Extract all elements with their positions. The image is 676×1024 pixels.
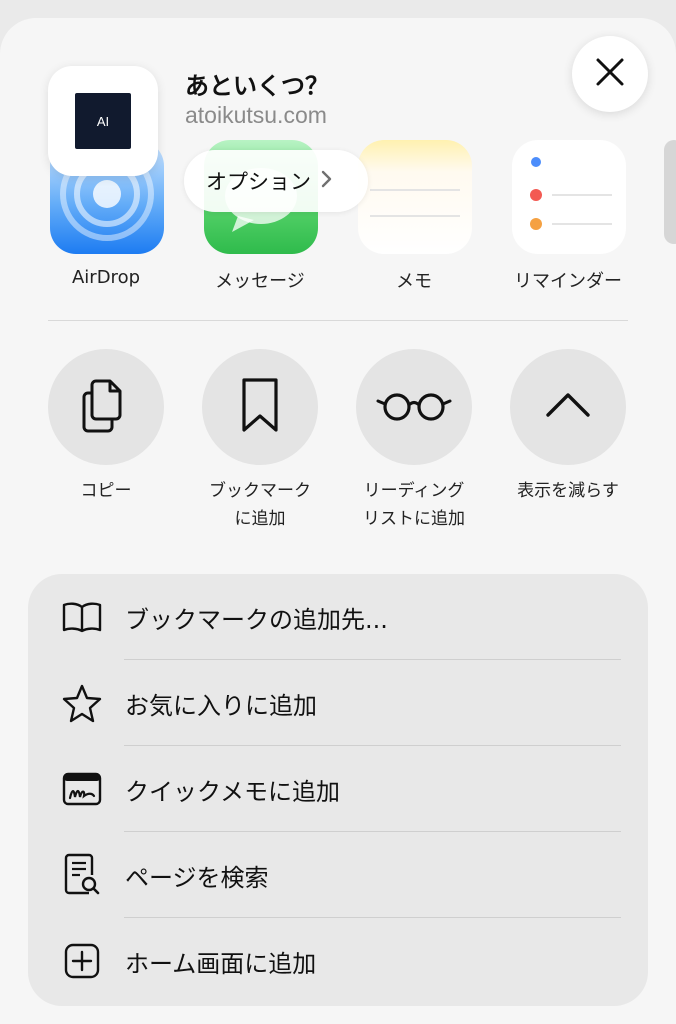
airdrop-icon xyxy=(50,147,164,254)
notes-icon xyxy=(358,189,472,254)
more-apps-edge[interactable] xyxy=(664,140,676,244)
options-label: オプション xyxy=(206,170,311,194)
find-on-page-icon xyxy=(60,853,104,897)
reminders-app[interactable] xyxy=(512,140,626,254)
reminders-icon xyxy=(512,157,626,254)
menu-item-find-on-page[interactable]: ページを検索 xyxy=(28,832,648,918)
add-reading-list-button[interactable] xyxy=(356,349,472,465)
close-icon xyxy=(594,56,626,92)
app-label-airdrop: AirDrop xyxy=(71,267,141,288)
add-bookmark-button[interactable] xyxy=(202,349,318,465)
menu-label: ブックマークの追加先... xyxy=(125,605,388,634)
chevron-right-icon xyxy=(321,169,333,193)
add-square-icon xyxy=(60,939,104,983)
notes-app[interactable] xyxy=(358,140,472,254)
app-label-notes: メモ xyxy=(396,271,432,292)
menu-label: クイックメモに追加 xyxy=(125,777,341,806)
menu-item-add-bookmark-to[interactable]: ブックマークの追加先... xyxy=(28,574,648,660)
messages-icon xyxy=(204,168,318,254)
chevron-up-icon xyxy=(545,391,591,423)
bookmark-icon xyxy=(240,376,280,438)
menu-label: ホーム画面に追加 xyxy=(125,949,317,978)
action-menu-list: ブックマークの追加先... お気に入りに追加 クイックメモに追加 ページを検索 … xyxy=(28,574,648,1006)
menu-item-quick-note[interactable]: クイックメモに追加 xyxy=(28,746,648,832)
star-icon xyxy=(60,681,104,725)
close-button[interactable] xyxy=(572,36,648,112)
glasses-icon xyxy=(376,388,452,426)
site-title: あといくつ？ xyxy=(185,73,329,100)
site-domain: atoikutsu.com xyxy=(185,102,327,128)
copy-label: コピー xyxy=(80,481,132,501)
book-icon xyxy=(60,595,104,639)
copy-icon xyxy=(80,375,132,439)
add-reading-list-label: リーディング リストに追加 xyxy=(363,481,465,529)
menu-item-add-home-screen[interactable]: ホーム画面に追加 xyxy=(28,918,648,1004)
show-less-button[interactable] xyxy=(510,349,626,465)
show-less-label: 表示を減らす xyxy=(517,481,619,501)
site-app-icon: AI xyxy=(48,66,158,176)
menu-label: ページを検索 xyxy=(125,863,269,892)
quick-note-icon xyxy=(60,767,104,811)
app-label-reminders: リマインダー xyxy=(514,271,622,292)
section-divider xyxy=(48,320,628,321)
options-button[interactable]: オプション xyxy=(184,150,368,212)
add-bookmark-label: ブックマーク に追加 xyxy=(209,481,311,529)
menu-item-add-favorites[interactable]: お気に入りに追加 xyxy=(28,660,648,746)
site-logo: AI xyxy=(75,93,131,149)
copy-button[interactable] xyxy=(48,349,164,465)
menu-label: お気に入りに追加 xyxy=(125,691,317,720)
app-label-messages: メッセージ xyxy=(215,271,305,292)
